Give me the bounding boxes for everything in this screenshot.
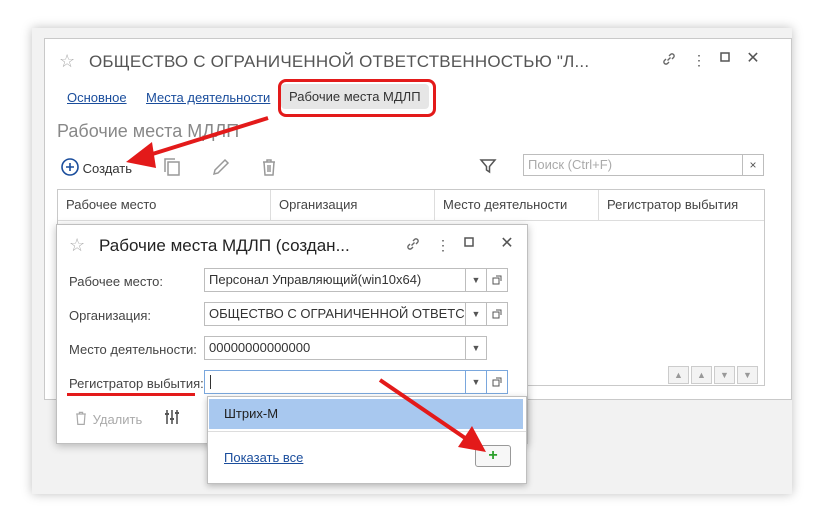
annotation-arrows [126,116,486,452]
arrow-to-add [378,378,486,452]
arrow-to-create [126,116,269,168]
